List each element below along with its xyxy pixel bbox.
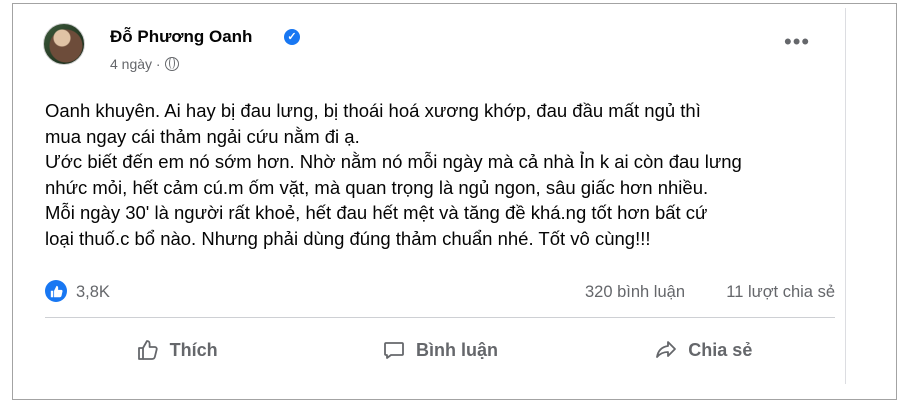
screenshot-frame: Đỗ Phương Oanh ✓ 4 ngày · ••• Oanh khuyê… [12,3,897,400]
globe-icon [164,57,179,71]
like-count[interactable]: 3,8K [76,283,110,302]
post-meta: 4 ngày · [110,56,179,72]
like-button[interactable]: Thích [45,326,308,374]
more-options-icon[interactable]: ••• [784,31,810,53]
post-line: Mỗi ngày 30' là người rất khoẻ, hết đau … [45,202,708,223]
post-card: Đỗ Phương Oanh ✓ 4 ngày · ••• Oanh khuyê… [27,8,846,384]
post-stats: 3,8K 320 bình luận 11 lượt chia sẻ [45,280,835,304]
post-line: Ước biết đến em nó sớm hơn. Nhờ nằm nó m… [45,151,742,172]
share-label: Chia sẻ [688,339,753,360]
comment-icon [384,342,404,359]
post-time[interactable]: 4 ngày · [110,56,161,72]
avatar[interactable] [43,23,85,65]
author-name[interactable]: Đỗ Phương Oanh [110,27,252,47]
post-line: Oanh khuyên. Ai hay bị đau lưng, bị thoá… [45,100,701,121]
post-line: mua ngay cái thảm ngải cứu nằm đi ạ. [45,125,360,147]
post-line: loại thuố.c bổ nào. Nhưng phải dùng đúng… [45,227,651,249]
action-bar: Thích Bình luận Chia sẻ [45,326,835,374]
post-body: Oanh khuyên. Ai hay bị đau lưng, bị thoá… [45,98,835,251]
like-label: Thích [169,339,218,360]
comment-button[interactable]: Bình luận [308,326,571,374]
share-icon [656,341,677,358]
comment-count[interactable]: 320 bình luận [585,283,685,302]
share-count[interactable]: 11 lượt chia sẻ [726,283,835,302]
thumbs-up-icon[interactable] [45,280,67,302]
comment-label: Bình luận [415,339,498,360]
like-icon [137,340,158,360]
post-line: nhức mỏi, hết cảm cú.m ốm vặt, mà quan t… [45,176,709,198]
share-button[interactable]: Chia sẻ [572,326,835,374]
divider [45,317,835,318]
verified-badge-icon: ✓ [284,29,300,45]
